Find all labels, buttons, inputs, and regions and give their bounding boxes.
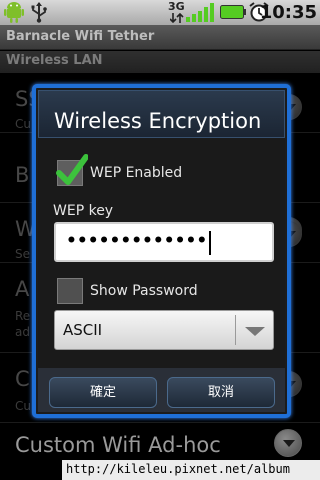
encoding-selected-value: ASCII: [63, 321, 103, 339]
app-title-bar: Barnacle Wifi Tether: [0, 25, 320, 50]
dialog-title-bar: Wireless Encryption: [38, 90, 285, 138]
wep-key-input[interactable]: •••••••••••••: [54, 222, 274, 262]
select-divider: [235, 315, 236, 345]
usb-icon: [31, 2, 47, 23]
cancel-button[interactable]: 取消: [167, 377, 275, 408]
app-title: Barnacle Wifi Tether: [6, 29, 155, 44]
wep-enabled-label[interactable]: WEP Enabled: [90, 165, 182, 181]
signal-icon: [186, 3, 214, 22]
show-password-label[interactable]: Show Password: [90, 283, 198, 299]
chevron-down-icon[interactable]: [274, 429, 302, 457]
wep-enabled-checkbox[interactable]: [56, 154, 88, 186]
show-password-checkbox[interactable]: [57, 278, 83, 304]
ok-button[interactable]: 確定: [49, 377, 157, 408]
watermark: http://kileleu.pixnet.net/album: [62, 460, 320, 480]
text-cursor: [209, 231, 211, 255]
status-bar: 3G 10:35: [0, 0, 320, 25]
wep-key-label: WEP key: [53, 203, 114, 219]
dialog-button-bar: 確定 取消: [38, 368, 285, 412]
chevron-down-icon[interactable]: [245, 327, 265, 336]
status-clock: 10:35: [259, 2, 317, 23]
pref-title: Custom Wifi Ad-hoc: [15, 433, 221, 457]
encoding-select[interactable]: ASCII: [54, 310, 274, 350]
checkmark-icon: [56, 154, 88, 185]
wep-key-value: •••••••••••••: [66, 231, 208, 251]
android-icon: [4, 2, 24, 23]
watermark-text: http://kileleu.pixnet.net/album: [66, 462, 290, 476]
network-type-indicator: 3G: [168, 1, 186, 23]
dialog-title: Wireless Encryption: [54, 109, 262, 133]
wireless-encryption-dialog: Wireless Encryption WEP Enabled WEP key …: [32, 84, 291, 418]
battery-icon: [220, 5, 246, 19]
pref-row-custom-wifi-adhoc[interactable]: Custom Wifi Ad-hoc: [0, 425, 320, 465]
